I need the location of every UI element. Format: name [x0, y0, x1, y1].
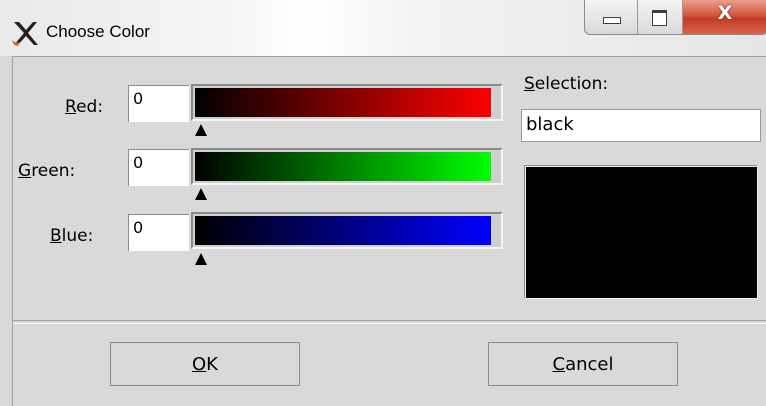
blue-value-input[interactable]: 0 — [128, 214, 189, 251]
minimize-button[interactable] — [585, 0, 638, 34]
color-preview-swatch — [525, 166, 758, 299]
blue-label: Blue: — [50, 226, 94, 246]
blue-gradient — [195, 216, 491, 245]
selection-label: Selection: — [524, 74, 609, 94]
x-logo-icon — [12, 22, 38, 46]
maximize-button[interactable] — [638, 0, 683, 34]
red-label: Red: — [65, 97, 104, 117]
minimize-icon — [603, 17, 621, 24]
green-value-input[interactable]: 0 — [128, 149, 189, 186]
cancel-button[interactable]: Cancel — [488, 342, 678, 386]
red-slider-thumb[interactable] — [195, 124, 207, 136]
green-label: Green: — [18, 161, 76, 181]
green-gradient — [195, 152, 491, 181]
close-button[interactable]: X — [683, 0, 766, 34]
red-value-input[interactable]: 0 — [128, 85, 189, 122]
green-slider-thumb[interactable] — [195, 188, 207, 200]
window-title: Choose Color — [46, 22, 150, 41]
color-panel: Red: 0 Green: 0 Blue: 0 Selection: black — [13, 57, 766, 319]
window-controls: X — [584, 0, 766, 35]
red-gradient — [195, 88, 491, 117]
blue-scale[interactable] — [191, 212, 503, 249]
maximize-icon — [652, 10, 667, 26]
blue-slider-thumb[interactable] — [195, 253, 207, 265]
close-icon: X — [717, 2, 733, 24]
green-scale[interactable] — [191, 148, 503, 185]
ok-button[interactable]: OK — [110, 342, 300, 386]
dialog-body: Red: 0 Green: 0 Blue: 0 Selection: black… — [12, 56, 766, 406]
button-separator — [13, 320, 766, 324]
selection-input[interactable]: black — [521, 109, 761, 142]
red-scale[interactable] — [191, 84, 503, 121]
title-bar: Choose Color X — [0, 0, 766, 56]
